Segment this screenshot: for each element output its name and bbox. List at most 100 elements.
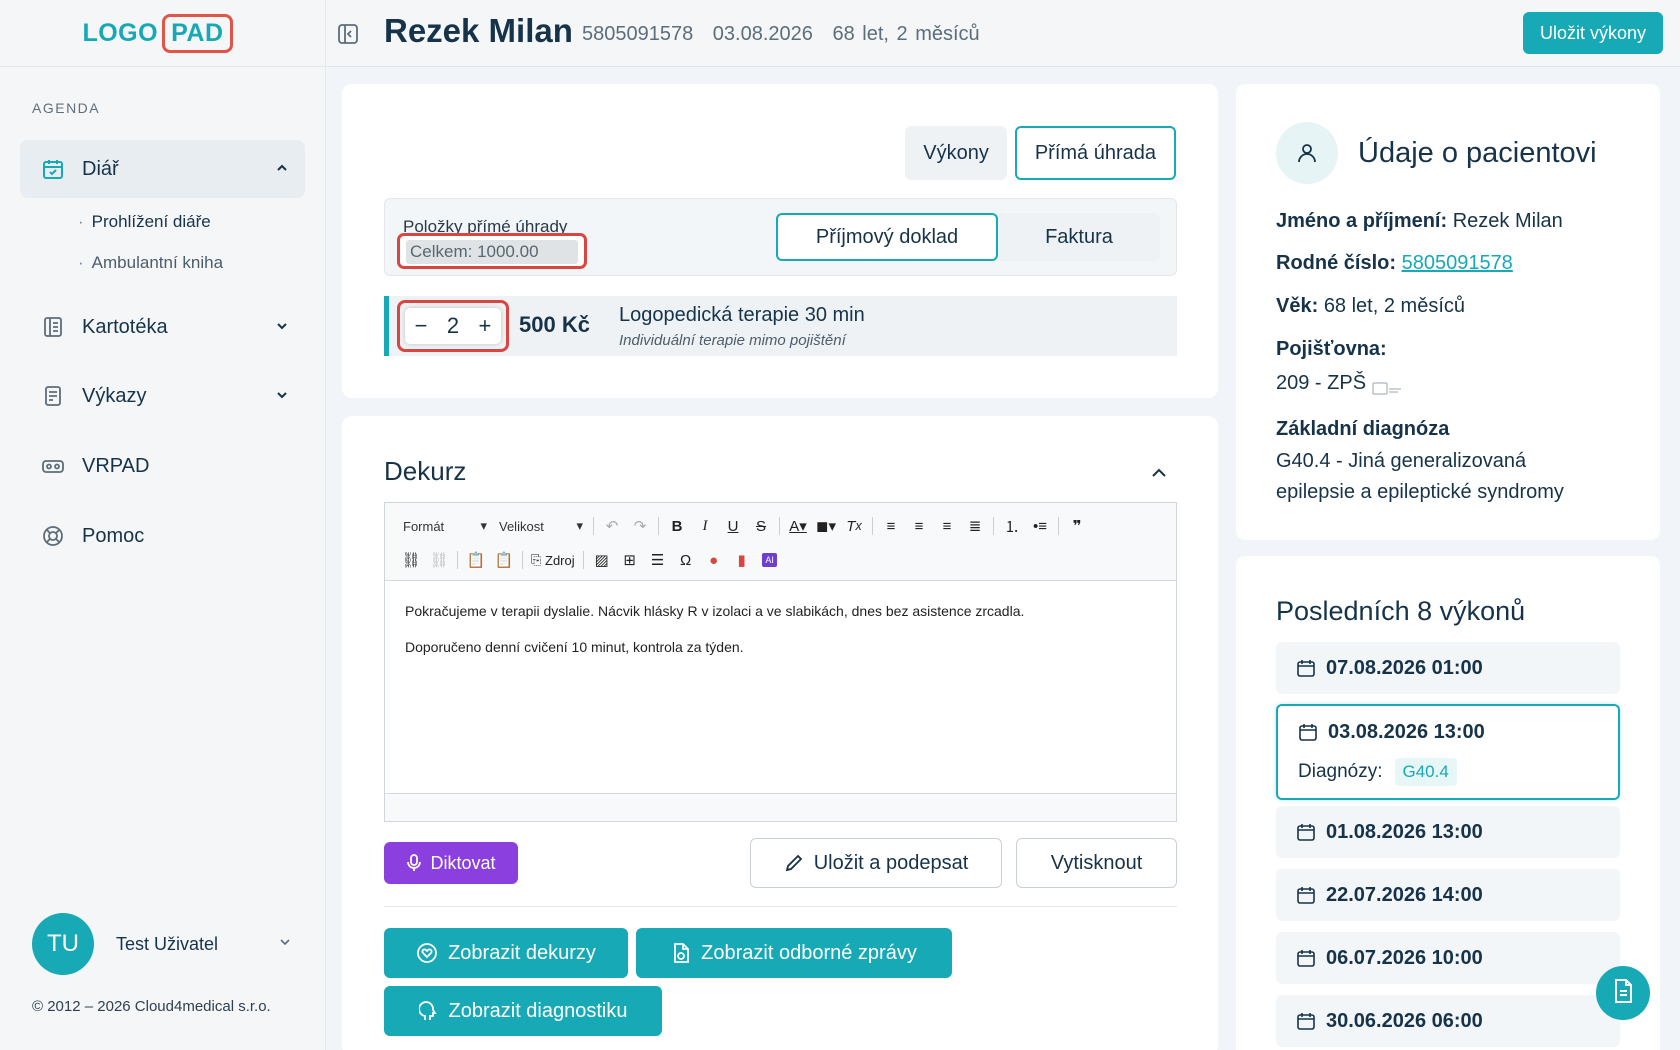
size-select-label: Velikost: [499, 518, 544, 534]
quantity-value[interactable]: 2: [447, 313, 459, 339]
sidebar-subitem-prohlizeni[interactable]: Prohlížení diáře: [78, 212, 211, 232]
name-value: Rezek Milan: [1452, 210, 1563, 232]
patient-name: Rezek Milan: [384, 12, 573, 49]
procedure-tabs: Výkony Přímá úhrada: [905, 126, 1176, 180]
align-right-icon[interactable]: ≡: [933, 513, 961, 539]
insurer-label: Pojišťovna:: [1276, 334, 1387, 365]
book-icon: [40, 314, 66, 340]
chevron-up-icon[interactable]: [1150, 464, 1168, 482]
visit-item-selected[interactable]: 03.08.2026 13:00 Diagnózy: G40.4: [1276, 704, 1620, 800]
editor-content[interactable]: Pokračujeme v terapii dyslalie. Nácvik h…: [385, 581, 1176, 677]
comment-icon[interactable]: ●: [700, 547, 728, 573]
blockquote-icon[interactable]: ❞: [1063, 513, 1091, 539]
visit-date: 03.08.2026 13:00: [1328, 720, 1485, 743]
diagnosis-chip[interactable]: G40.4: [1394, 758, 1457, 786]
patient-info-card: Údaje o pacientovi Jméno a příjmení: Rez…: [1236, 84, 1660, 540]
visit-item[interactable]: 22.07.2026 14:00: [1276, 869, 1620, 921]
visit-item[interactable]: 06.07.2026 10:00: [1276, 932, 1620, 984]
visit-item[interactable]: 01.08.2026 13:00: [1276, 806, 1620, 858]
format-select[interactable]: Formát ▾: [397, 518, 493, 534]
bg-color-icon[interactable]: ◼▾: [812, 513, 840, 539]
size-select[interactable]: Velikost ▾: [493, 518, 589, 534]
doc-type-invoice[interactable]: Faktura: [998, 213, 1160, 261]
visit-item[interactable]: 07.08.2026 01:00: [1276, 642, 1620, 694]
align-justify-icon[interactable]: ≣: [961, 513, 989, 539]
age-value: 68 let, 2 měsíců: [1323, 295, 1465, 317]
sidebar-item-vykazy[interactable]: Výkazy: [20, 367, 305, 425]
patient-name-line: Jméno a příjmení: Rezek Milan: [1276, 206, 1563, 237]
dictate-button[interactable]: Diktovat: [384, 842, 518, 884]
undo-icon[interactable]: ↶: [598, 513, 626, 539]
show-diagnostics-button[interactable]: Zobrazit diagnostiku: [384, 986, 662, 1036]
insurance-card-icon: [1372, 376, 1402, 395]
sidebar-item-label: VRPAD: [82, 454, 150, 477]
calendar-icon: [1296, 948, 1316, 968]
paste-icon[interactable]: 📋: [462, 547, 490, 573]
logo-text-right: PAD: [162, 13, 233, 53]
report-icon: [40, 383, 66, 409]
calendar-icon: [1296, 1011, 1316, 1031]
sidebar: LOGO PAD AGENDA Diář Prohlížení diáře Am…: [0, 0, 326, 1050]
sidebar-item-vrpad[interactable]: VRPAD: [20, 437, 305, 495]
item-description: Individuální terapie mimo pojištění: [619, 332, 846, 349]
show-reports-button[interactable]: Zobrazit odborné zprávy: [636, 928, 952, 978]
strikethrough-icon[interactable]: S: [747, 513, 775, 539]
underline-icon[interactable]: U: [719, 513, 747, 539]
unlink-icon[interactable]: ⛓: [425, 547, 453, 573]
last-visits-title: Posledních 8 výkonů: [1276, 596, 1526, 626]
bullet-list-icon[interactable]: •≡: [1026, 513, 1054, 539]
show-dekurz-button[interactable]: Zobrazit dekurzy: [384, 928, 628, 978]
patient-birth-number: 5805091578: [582, 23, 694, 45]
text-color-icon[interactable]: A▾: [784, 513, 812, 539]
document-icon: [671, 942, 691, 964]
avatar: TU: [32, 913, 94, 975]
tab-vykony[interactable]: Výkony: [905, 126, 1007, 180]
visit-item[interactable]: 30.06.2026 06:00: [1276, 995, 1620, 1047]
sidebar-item-diar[interactable]: Diář: [20, 140, 305, 198]
clear-format-icon[interactable]: Tx: [840, 513, 868, 539]
heart-badge-icon: [416, 942, 438, 964]
sidebar-subitem-ambulantni-kniha[interactable]: Ambulantní kniha: [78, 253, 223, 273]
editor-statusbar: [385, 793, 1176, 821]
redo-icon[interactable]: ↷: [626, 513, 654, 539]
image-icon[interactable]: ▨: [588, 547, 616, 573]
tab-prima-uhrada[interactable]: Přímá úhrada: [1014, 126, 1176, 180]
sidebar-item-kartoteka[interactable]: Kartotéka: [20, 298, 305, 356]
show-reports-label: Zobrazit odborné zprávy: [701, 941, 917, 964]
sidebar-item-label: Kartotéka: [82, 315, 168, 338]
print-button[interactable]: Vytisknout: [1016, 838, 1177, 888]
bold-icon[interactable]: B: [663, 513, 691, 539]
pdf-icon[interactable]: ▮: [728, 547, 756, 573]
chevron-down-icon: [275, 319, 305, 336]
plus-button[interactable]: +: [478, 313, 491, 339]
chevron-up-icon: [275, 161, 305, 178]
minus-button[interactable]: −: [415, 313, 428, 339]
user-menu[interactable]: TU Test Uživatel: [32, 912, 292, 976]
horizontal-line-icon[interactable]: ☰: [644, 547, 672, 573]
save-and-sign-button[interactable]: Uložit a podepsat: [750, 838, 1002, 888]
calendar-icon: [1296, 885, 1316, 905]
align-center-icon[interactable]: ≡: [905, 513, 933, 539]
link-icon[interactable]: ⛓: [397, 547, 425, 573]
visit-date: 07.08.2026 01:00: [1326, 656, 1483, 679]
special-char-icon[interactable]: Ω: [672, 547, 700, 573]
source-icon[interactable]: ⎘ Zdroj: [527, 547, 579, 573]
align-left-icon[interactable]: ≡: [877, 513, 905, 539]
source-label: Zdroj: [545, 552, 575, 568]
italic-icon[interactable]: I: [691, 513, 719, 539]
rc-link[interactable]: 5805091578: [1402, 252, 1513, 274]
sidebar-collapse-icon[interactable]: [336, 22, 360, 46]
ai-icon[interactable]: AI: [756, 547, 784, 573]
numbered-list-icon[interactable]: ⒈: [998, 513, 1026, 539]
direct-payment-total: Celkem: 1000.00: [397, 233, 587, 269]
logo[interactable]: LOGO PAD: [82, 13, 233, 53]
diagnosis-label: Základní diagnóza: [1276, 414, 1449, 445]
floating-document-button[interactable]: [1596, 966, 1650, 1020]
dekurz-card: Dekurz Formát ▾ Velikost ▾ ↶ ↷ B I U S A▾ …: [342, 416, 1218, 1050]
table-icon[interactable]: ⊞: [616, 547, 644, 573]
rich-text-editor[interactable]: Formát ▾ Velikost ▾ ↶ ↷ B I U S A▾ ◼▾ Tx ≡…: [384, 502, 1177, 822]
doc-type-receipt[interactable]: Příjmový doklad: [776, 213, 998, 261]
paste-text-icon[interactable]: 📋: [490, 547, 518, 573]
save-procedures-button[interactable]: Uložit výkony: [1522, 12, 1663, 54]
sidebar-item-pomoc[interactable]: Pomoc: [20, 507, 305, 565]
